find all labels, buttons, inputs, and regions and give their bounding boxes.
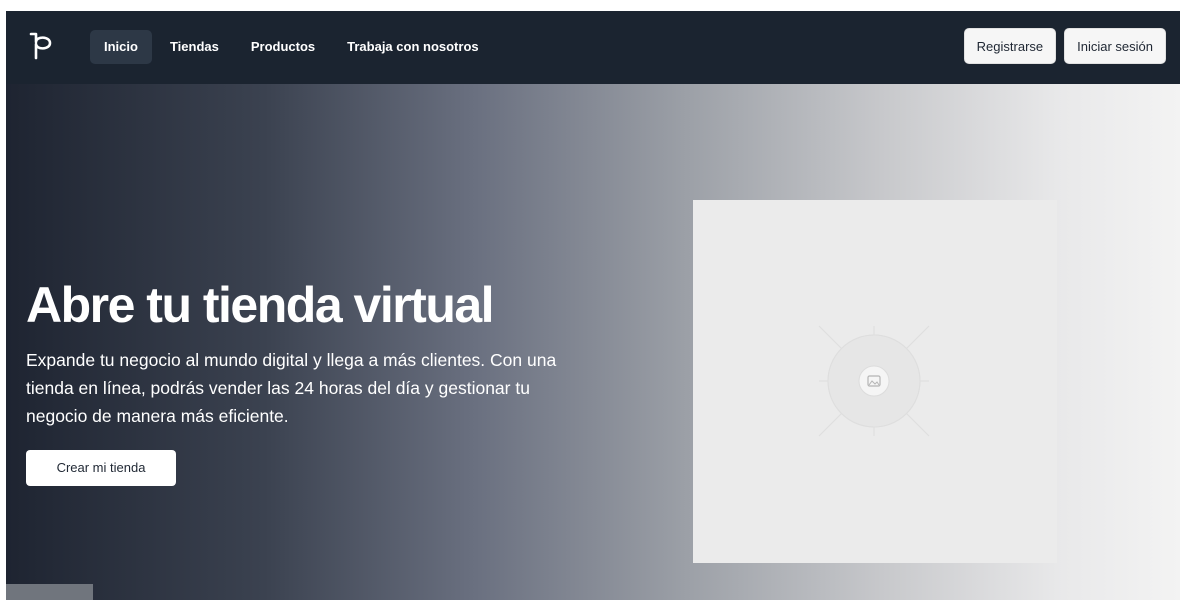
corner-tab (6, 584, 93, 600)
create-store-button[interactable]: Crear mi tienda (26, 450, 176, 486)
main-nav: Inicio Tiendas Productos Trabaja con nos… (90, 30, 493, 64)
brand-logo-icon[interactable] (28, 30, 56, 62)
nav-link-tiendas[interactable]: Tiendas (156, 30, 233, 64)
hero-title: Abre tu tienda virtual (26, 277, 495, 333)
nav-link-productos[interactable]: Productos (237, 30, 329, 64)
hero-section: Abre tu tienda virtual Expande tu negoci… (6, 84, 1180, 600)
image-placeholder-icon (818, 325, 930, 437)
register-button[interactable]: Registrarse (963, 28, 1057, 64)
top-navbar: Inicio Tiendas Productos Trabaja con nos… (6, 11, 1180, 84)
hero-description: Expande tu negocio al mundo digital y ll… (26, 350, 557, 426)
login-button[interactable]: Iniciar sesión (1064, 28, 1166, 64)
hero-image-placeholder (693, 200, 1057, 563)
app-frame: Inicio Tiendas Productos Trabaja con nos… (6, 11, 1180, 600)
nav-link-inicio[interactable]: Inicio (90, 30, 152, 64)
auth-buttons: Registrarse Iniciar sesión (963, 28, 1166, 64)
nav-link-trabaja-con-nosotros[interactable]: Trabaja con nosotros (333, 30, 492, 64)
